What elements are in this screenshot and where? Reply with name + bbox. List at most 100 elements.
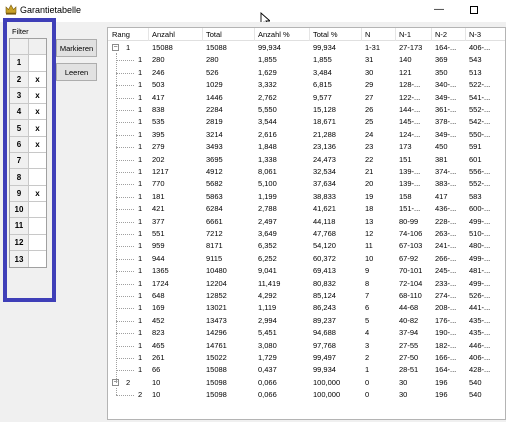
table-row[interactable]: 1 535 2819 3,544 18,671 25 145-... 378-... 542-.…	[108, 116, 505, 128]
cell-tpct: 47,768	[313, 229, 336, 238]
mark-button[interactable]: Markieren	[56, 39, 97, 57]
cell-apct: 2,994	[258, 315, 277, 325]
header-separator[interactable]	[254, 28, 255, 41]
cell-n: 9	[365, 266, 370, 276]
cell-tpct: 54,120	[313, 241, 336, 251]
cell-n1: 139-...	[399, 179, 421, 189]
table-row[interactable]: 1 417 1446 2,762 9,577 27 122-... 349-... 541-..…	[108, 92, 505, 104]
table-row[interactable]: 1 202 3695 1,338 24,473 22 151 381 601	[108, 154, 505, 166]
cell-n1: 68-110	[399, 291, 422, 300]
header-separator[interactable]	[395, 28, 396, 41]
col-n2-header[interactable]: N-2	[435, 30, 447, 39]
table-row[interactable]: 1 944 9115 6,252 60,372 10 67-92 266-... 499-...	[108, 253, 505, 265]
cell-rang: 1	[138, 229, 143, 238]
cell-n1: 30	[399, 377, 408, 387]
cell-rang: 1	[138, 142, 143, 152]
table-row[interactable]: 1 169 13021 1,119 86,243 6 44-68 208-... 441-...	[108, 302, 505, 314]
clear-button[interactable]: Leeren	[56, 63, 97, 81]
cell-n3: 446-...	[469, 340, 491, 350]
cell-n1: 67-92	[399, 253, 419, 263]
guarantee-tree-table[interactable]: Rang Anzahl Total Anzahl % Total % N N-1 N-2 N-3…	[107, 27, 506, 420]
cell-rang: 1	[138, 353, 143, 362]
tree-connector	[116, 283, 134, 285]
cell-n2: 190-...	[435, 328, 457, 338]
cell-apct: 0,066	[258, 377, 277, 387]
table-row[interactable]: 1 648 12852 4,292 85,124 7 68-110 274-... 526-..…	[108, 290, 505, 302]
cell-n3: 601	[469, 154, 482, 164]
table-row[interactable]: 2 10 15098 0,066 100,000 0 30 196 540	[108, 389, 505, 401]
table-row[interactable]: 1 452 13473 2,994 89,237 5 40-82 176-... 435-...	[108, 315, 505, 327]
table-row[interactable]: 1 959 8171 6,352 54,120 11 67-103 241-... 480-..…	[108, 240, 505, 252]
col-n1-header[interactable]: N-1	[399, 30, 411, 39]
table-row[interactable]: 1 1365 10480 9,041 69,413 9 70-101 245-... 481-.…	[108, 265, 505, 277]
table-row[interactable]: 1 465 14761 3,080 97,768 3 27-55 182-... 446-...	[108, 340, 505, 352]
cell-tpct: 21,288	[313, 129, 336, 139]
table-row[interactable]: 1 1724 12204 11,419 80,832 8 72-104 233-... 499-…	[108, 278, 505, 290]
cell-anzahl: 246	[152, 67, 165, 77]
col-total-pct-header[interactable]: Total %	[313, 30, 338, 39]
col-anzahl-pct-header[interactable]: Anzahl %	[258, 30, 290, 39]
minimize-button[interactable]: —	[431, 3, 447, 17]
header-separator[interactable]	[361, 28, 362, 41]
table-row[interactable]: 1 66 15088 0,437 99,934 1 28-51 164-... 428-...	[108, 364, 505, 376]
cell-tpct: 100,000	[313, 377, 341, 387]
col-total-header[interactable]: Total	[206, 30, 222, 39]
table-row[interactable]: 1 377 6661 2,497 44,118 13 80-99 228-... 499-...	[108, 216, 505, 228]
cell-n1: 124-...	[399, 129, 421, 139]
cell-total: 10480	[206, 266, 227, 276]
cell-n2: 450	[435, 142, 448, 152]
table-row[interactable]: 1 770 5682 5,100 37,634 20 139-... 383-... 552-.…	[108, 178, 505, 190]
table-row[interactable]: 1 246 526 1,629 3,484 30 121 350 513	[108, 67, 505, 79]
table-row[interactable]: 1 503 1029 3,332 6,815 29 128-... 340-... 522-..…	[108, 79, 505, 91]
cell-n1: 173	[399, 142, 412, 152]
maximize-button[interactable]	[466, 3, 482, 17]
cell-rang: 1	[138, 55, 143, 65]
table-row[interactable]: 1 838 2284 5,550 15,128 26 144-... 361-... 552-.…	[108, 104, 505, 116]
table-row[interactable]: 1 1217 4912 8,061 32,534 21 139-... 374-... 556-…	[108, 166, 505, 178]
table-row[interactable]: 1 261 15022 1,729 99,497 2 27-50 166-... 406-...	[108, 352, 505, 364]
cell-total: 8171	[206, 241, 223, 251]
cell-rang: 1	[138, 291, 143, 300]
col-n-header[interactable]: N	[365, 30, 370, 39]
cell-n2: 176-...	[435, 315, 457, 325]
tree-connector	[116, 159, 134, 161]
cell-n3: 552-...	[469, 105, 491, 114]
table-row[interactable]: 1 395 3214 2,616 21,288 24 124-... 349-... 550-.…	[108, 129, 505, 141]
tree-connector	[116, 196, 134, 198]
header-separator[interactable]	[202, 28, 203, 41]
col-anzahl-header[interactable]: Anzahl	[152, 30, 175, 39]
cell-tpct: 85,124	[313, 291, 336, 300]
collapse-toggle-icon[interactable]: −	[112, 44, 119, 51]
cell-n: 26	[365, 105, 374, 114]
header-separator[interactable]	[465, 28, 466, 41]
cell-n2: 349-...	[435, 92, 457, 102]
tree-group-row[interactable]: −1 15088 15088 99,934 99,934 1-31 27-173 164-..…	[108, 42, 505, 54]
header-separator[interactable]	[431, 28, 432, 41]
cell-tpct: 1,855	[313, 55, 332, 65]
cell-n3: 406-...	[469, 43, 491, 52]
table-row[interactable]: 1 551 7212 3,649 47,768 12 74-106 263-... 510-..…	[108, 228, 505, 240]
cell-total: 15088	[206, 43, 227, 52]
cell-n: 1-31	[365, 43, 381, 52]
cell-n2: 383-...	[435, 179, 457, 189]
cell-tpct: 99,934	[313, 365, 336, 375]
cell-n: 0	[365, 377, 370, 387]
cell-n1: 128-...	[399, 80, 421, 90]
cell-rang: 1	[138, 80, 143, 90]
tree-connector	[116, 122, 134, 124]
col-rang-header[interactable]: Rang	[112, 30, 130, 39]
cell-n1: 30	[399, 390, 408, 400]
header-separator[interactable]	[309, 28, 310, 41]
table-row[interactable]: 1 823 14296 5,451 94,688 4 37-94 190-... 435-...	[108, 327, 505, 339]
table-row[interactable]: 1 181 5863 1,199 38,833 19 158 417 583	[108, 191, 505, 203]
tree-group-row[interactable]: −2 10 15098 0,066 100,000 0 30 196 540	[108, 377, 505, 389]
cell-n: 30	[365, 67, 374, 77]
tree-connector	[116, 134, 134, 136]
table-row[interactable]: 1 421 6284 2,788 41,621 18 151-... 436-... 600-.…	[108, 203, 505, 215]
table-row[interactable]: 1 280 280 1,855 1,855 31 140 369 543	[108, 54, 505, 66]
col-n3-header[interactable]: N-3	[469, 30, 481, 39]
cell-tpct: 15,128	[313, 105, 336, 114]
cell-tpct: 69,413	[313, 266, 336, 276]
table-row[interactable]: 1 279 3493 1,848 23,136 23 173 450 591	[108, 141, 505, 153]
header-separator[interactable]	[148, 28, 149, 41]
